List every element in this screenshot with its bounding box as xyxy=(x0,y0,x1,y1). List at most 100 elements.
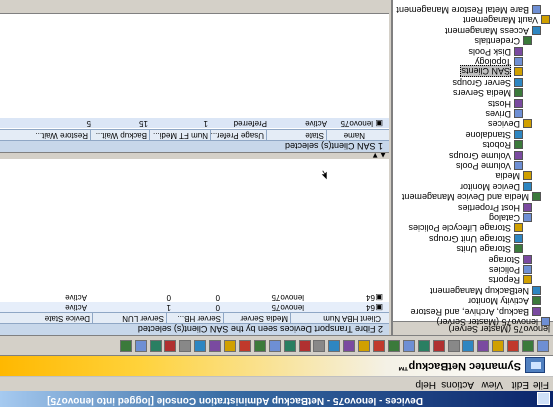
brand-text: Symantec NetBackup™ xyxy=(397,360,522,372)
delete-icon[interactable] xyxy=(373,340,386,352)
menu-actions[interactable]: Actions xyxy=(441,379,474,390)
config-icon[interactable] xyxy=(328,340,341,352)
table-row[interactable]: ▣ lenovo75 Active Preferred 1 15 5 xyxy=(0,118,389,128)
tree-node-icon xyxy=(532,5,541,14)
menu-edit[interactable]: Edit xyxy=(512,379,529,390)
col-server-hba[interactable]: Server HB... xyxy=(177,312,224,323)
san-clients-header: 1 SAN Client(s) selected xyxy=(0,140,389,152)
menu-help[interactable]: Help xyxy=(415,379,436,390)
col-restore-wait[interactable]: Restore Wait... xyxy=(35,129,91,140)
title-bar[interactable]: Devices - lenovo75 - NetBackup Administr… xyxy=(0,391,553,407)
col-num-ft-media[interactable]: Num FT Medi... xyxy=(153,129,211,140)
tree-item-label: Media and Device Management xyxy=(401,192,529,203)
menu-view[interactable]: View xyxy=(482,379,504,390)
row-icon: ▣ xyxy=(375,119,383,128)
tree-item-label: Vault Management xyxy=(463,15,538,26)
device-icon[interactable] xyxy=(253,340,266,352)
col-device-state[interactable]: Device State xyxy=(44,312,93,323)
tree-item-label: Activity Monitor xyxy=(467,296,529,307)
tree-item-label: Reports xyxy=(488,275,520,286)
open-icon[interactable] xyxy=(522,340,535,352)
tree-node-icon xyxy=(514,57,523,66)
tools-icon[interactable] xyxy=(313,340,326,352)
pool-icon[interactable] xyxy=(149,340,162,352)
brand-bar: Symantec NetBackup™ xyxy=(0,355,553,377)
splitter-arrows-icon[interactable]: ▲▼ xyxy=(371,151,387,160)
tree-item-label: Storage Lifecycle Policies xyxy=(408,223,511,234)
col-client-hba-num[interactable]: Client HBA Num xyxy=(323,312,383,323)
flag-icon[interactable] xyxy=(119,340,132,352)
back-icon[interactable] xyxy=(402,340,415,352)
tree-node-icon xyxy=(514,140,523,150)
filter-icon[interactable] xyxy=(447,340,460,352)
san-clients-columns: Name State Usage Prefer... Num FT Medi..… xyxy=(0,129,389,140)
tree-item-label: Volume Groups xyxy=(448,150,511,161)
tree-item-label: Credentials xyxy=(474,36,520,47)
horizontal-scrollbar[interactable] xyxy=(0,0,389,14)
tree-node-icon xyxy=(523,254,532,264)
pane-splitter[interactable]: ▲▼ xyxy=(0,151,389,160)
save-icon[interactable] xyxy=(507,340,520,352)
table-row[interactable]: ▣ 64 lenovo75 0 1 Active xyxy=(0,302,389,312)
tree-item-label: Hosts xyxy=(487,98,511,109)
stop-icon[interactable] xyxy=(343,340,356,352)
find-icon[interactable] xyxy=(462,340,475,352)
tree-item-label: Bare Metal Restore Management xyxy=(396,5,529,15)
tree-item-label: Catalog xyxy=(488,213,520,223)
disk-icon[interactable] xyxy=(224,340,237,352)
col-backup-wait[interactable]: Backup Wait... xyxy=(95,129,150,140)
tree-item-label: NetBackup Management xyxy=(429,285,529,296)
config-icon-2[interactable] xyxy=(283,340,296,352)
tape-icon[interactable] xyxy=(209,340,222,352)
refresh-icon[interactable] xyxy=(492,340,505,352)
col-usage-preference[interactable]: Usage Prefer... xyxy=(210,129,267,140)
table-row[interactable]: ▣ 64 lenovo75 0 0 Active xyxy=(0,292,389,302)
cell-name: lenovo75 xyxy=(340,119,373,128)
cell-client-hba: 64 xyxy=(366,303,375,312)
tree-node-icon xyxy=(514,88,523,98)
app-window: Devices - lenovo75 - NetBackup Administr… xyxy=(0,0,553,407)
tree-node-icon xyxy=(514,244,523,254)
forward-icon[interactable] xyxy=(388,340,400,352)
options-icon[interactable] xyxy=(298,340,311,352)
scan-icon[interactable] xyxy=(239,340,251,352)
tree-node-icon xyxy=(523,119,532,129)
row-icon: ▣ xyxy=(375,303,383,312)
col-media-server[interactable]: Media Server xyxy=(240,312,291,323)
cell-device-state: Active xyxy=(65,303,87,312)
volume-icon[interactable] xyxy=(164,340,177,352)
col-name[interactable]: Name xyxy=(344,129,367,140)
col-server-lun[interactable]: Server LUN xyxy=(122,312,167,323)
check-icon[interactable] xyxy=(134,340,147,352)
netbackup-logo-icon xyxy=(525,357,545,373)
help-icon[interactable] xyxy=(417,340,430,352)
window-title: Devices - lenovo75 - NetBackup Administr… xyxy=(47,395,423,406)
tree-item-label: Volume Pools xyxy=(455,161,511,171)
tree-item-label: Devices xyxy=(487,119,520,130)
col-state[interactable]: State xyxy=(305,129,327,140)
transport-devices-pane: 2 Fibre Transport Devices seen by the SA… xyxy=(0,160,389,335)
tree-item-label: Disk Pools xyxy=(468,46,511,57)
san-clients-pane: 1 SAN Client(s) selected Name State Usag… xyxy=(0,0,389,152)
wizard-icon[interactable] xyxy=(268,340,281,352)
toolbar xyxy=(0,335,553,355)
window-icon[interactable] xyxy=(537,392,550,405)
tree-node-icon xyxy=(514,223,523,233)
tree-node-icon xyxy=(523,265,532,274)
tree-node-icon xyxy=(532,296,541,306)
new-icon[interactable] xyxy=(537,340,549,352)
properties-icon[interactable] xyxy=(432,340,445,352)
run-icon[interactable] xyxy=(358,340,371,352)
menu-file[interactable]: File xyxy=(533,379,549,390)
row-icon: ▣ xyxy=(375,293,383,302)
tree-node-icon xyxy=(514,46,523,56)
print-icon[interactable] xyxy=(477,340,490,352)
transport-devices-title: 2 Fibre Transport Devices seen by the SA… xyxy=(137,324,383,334)
cell-server-hba: 0 xyxy=(215,293,220,302)
drive-icon[interactable] xyxy=(179,340,192,352)
tree-item-label: Policies xyxy=(488,265,520,275)
library-icon[interactable] xyxy=(194,340,207,352)
tree-item-label: Standalone xyxy=(465,129,511,140)
cell-server-hba: 0 xyxy=(215,303,220,312)
cell-restore-wait: 5 xyxy=(86,119,91,128)
